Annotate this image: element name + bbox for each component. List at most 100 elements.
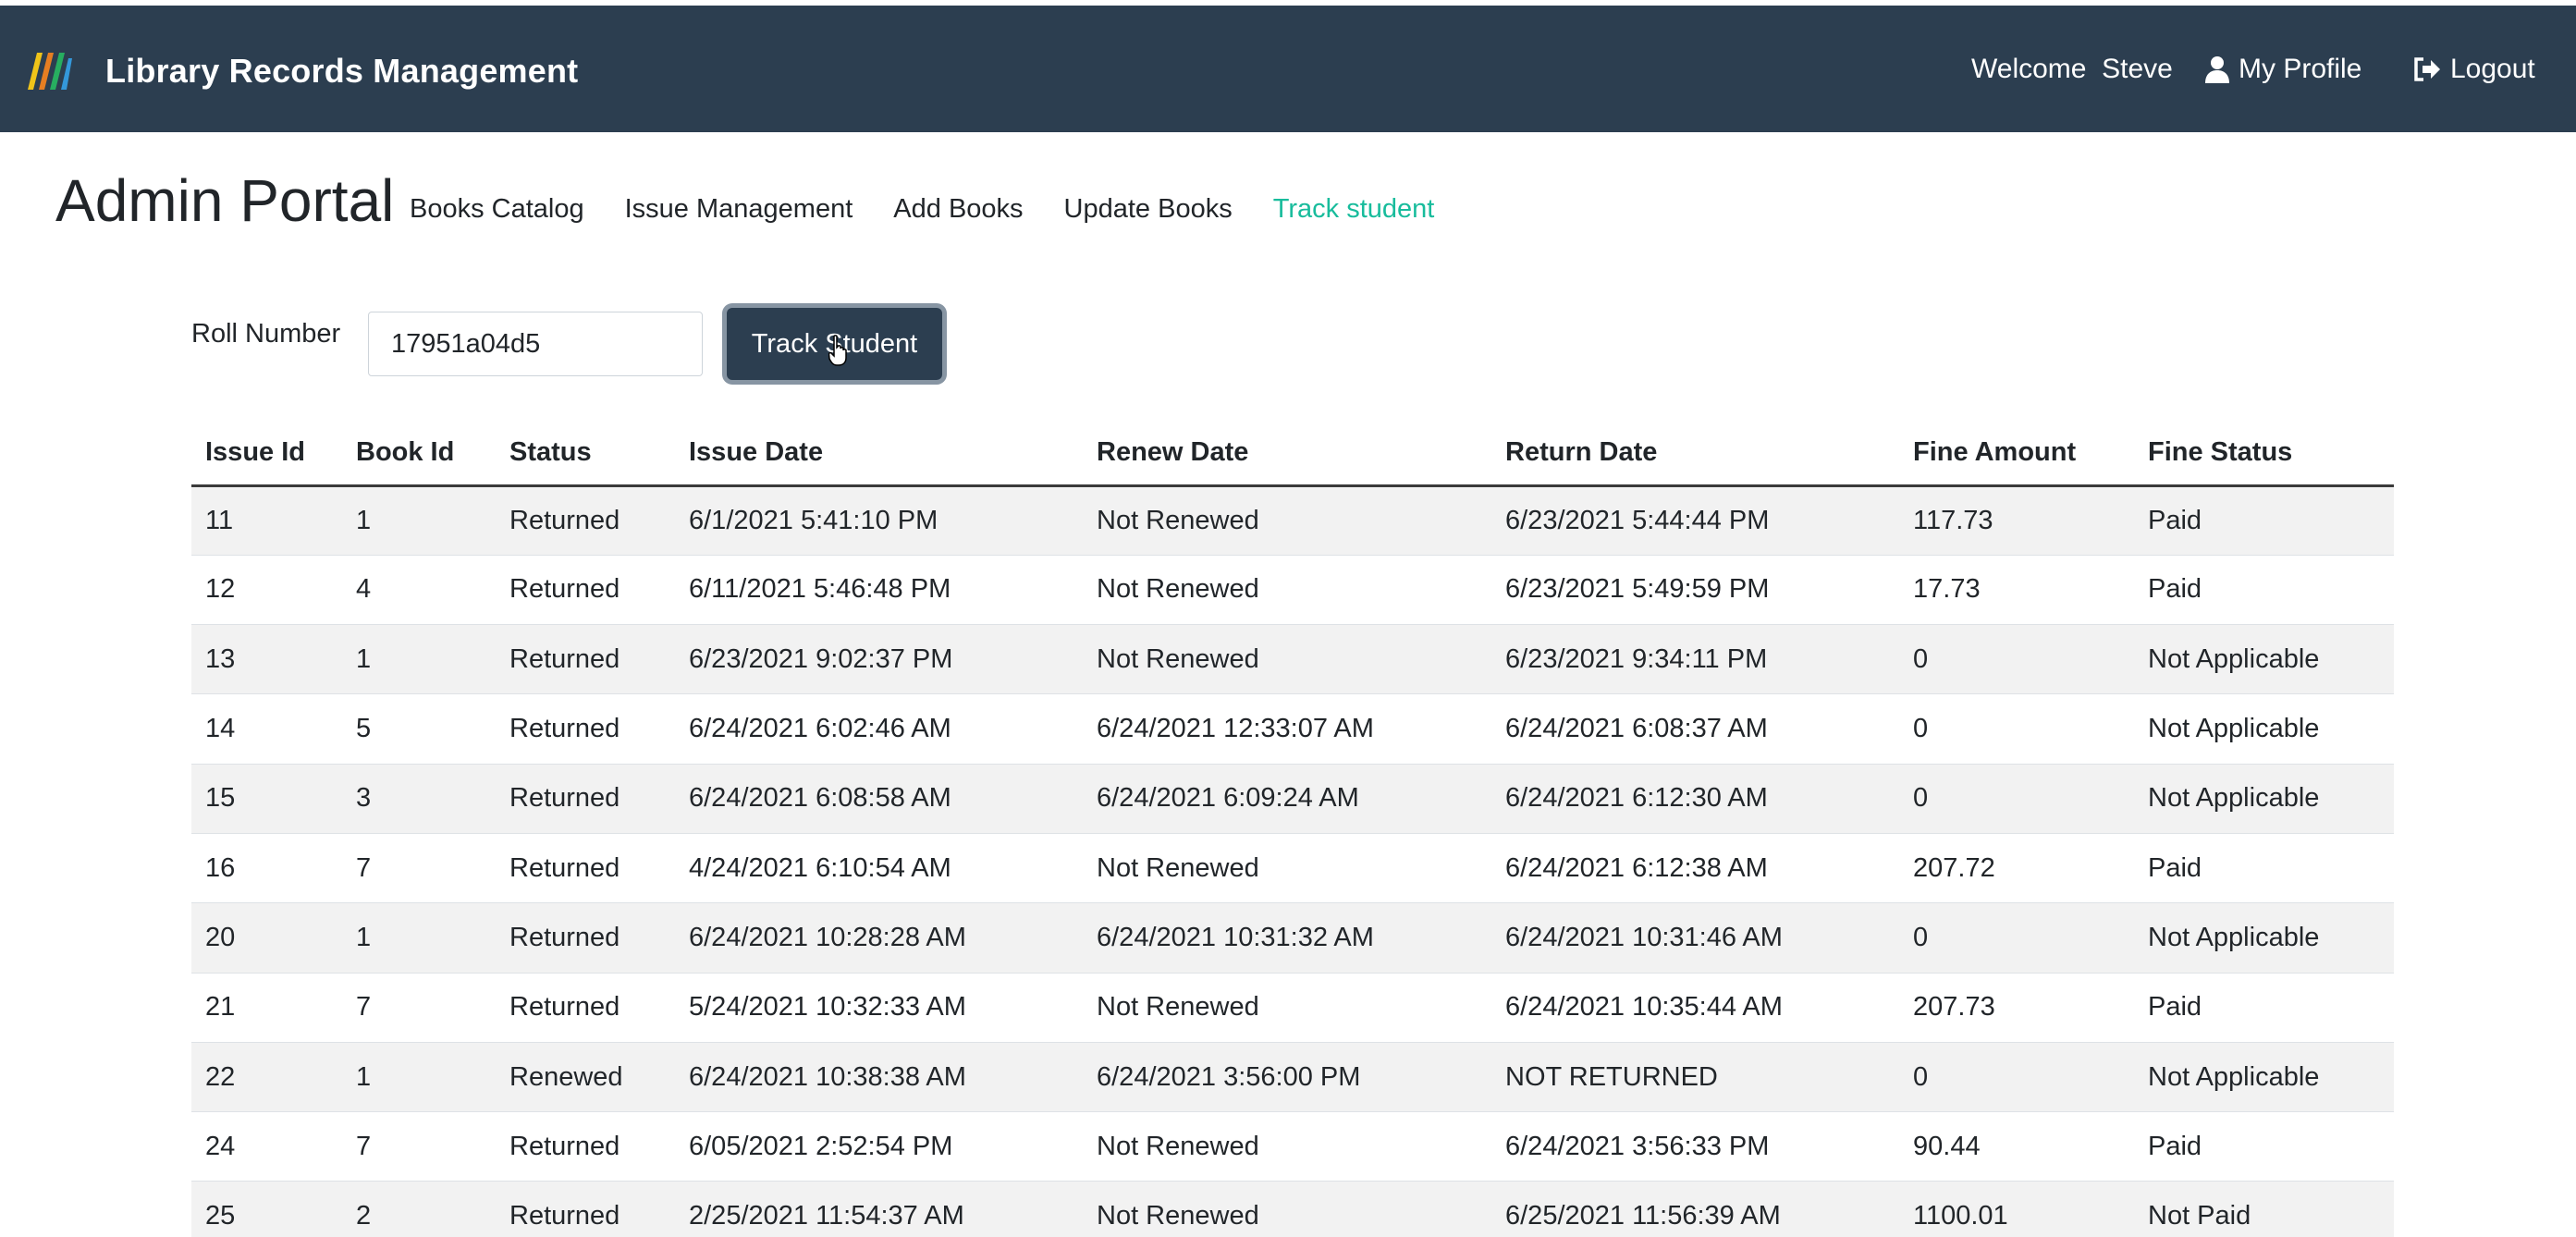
cell-fine-status: Paid <box>2134 972 2394 1043</box>
cell-renew-date: Not Renewed <box>1083 1181 1491 1237</box>
table-body: 11 1 Returned 6/1/2021 5:41:10 PM Not Renewe… <box>191 484 2394 1237</box>
table-row: 14 5 Returned 6/24/2021 6:02:46 AM 6/24/2021… <box>191 693 2394 765</box>
brand[interactable]: Library Records Management <box>26 52 578 91</box>
table-row: 13 1 Returned 6/23/2021 9:02:37 PM Not Renew… <box>191 624 2394 694</box>
col-status: Status <box>496 421 675 487</box>
cell-issue-id: 15 <box>191 763 342 834</box>
logout-label: Logout <box>2450 53 2535 84</box>
cell-renew-date: 6/24/2021 10:31:32 AM <box>1083 902 1491 974</box>
cell-return-date: 6/24/2021 10:35:44 AM <box>1491 972 1899 1043</box>
cell-status: Returned <box>496 554 675 625</box>
user-icon <box>2205 55 2229 83</box>
table-row: 25 2 Returned 2/25/2021 11:54:37 AM Not Rene… <box>191 1181 2394 1237</box>
col-book-id: Book Id <box>342 421 496 487</box>
cell-issue-date: 6/05/2021 2:52:54 PM <box>675 1111 1083 1182</box>
cell-return-date: 6/24/2021 3:56:33 PM <box>1491 1111 1899 1182</box>
cell-status: Returned <box>496 763 675 834</box>
tab-books-catalog[interactable]: Books Catalog <box>410 194 584 225</box>
records-table: Issue Id Book Id Status Issue Date Renew… <box>191 421 2394 1237</box>
tab-issue-management[interactable]: Issue Management <box>625 194 853 225</box>
cell-return-date: 6/24/2021 10:31:46 AM <box>1491 902 1899 974</box>
app-title: Library Records Management <box>105 52 579 90</box>
cell-fine-amount: 0 <box>1899 693 2134 765</box>
cell-issue-date: 6/24/2021 10:28:28 AM <box>675 902 1083 974</box>
cell-return-date: 6/23/2021 5:44:44 PM <box>1491 484 1899 556</box>
cell-status: Returned <box>496 693 675 765</box>
cell-issue-date: 6/11/2021 5:46:48 PM <box>675 554 1083 625</box>
roll-number-label: Roll Number <box>191 319 341 349</box>
cell-return-date: 6/24/2021 6:08:37 AM <box>1491 693 1899 765</box>
cell-issue-id: 25 <box>191 1181 342 1237</box>
tab-track-student[interactable]: Track student <box>1273 194 1435 225</box>
cell-fine-status: Paid <box>2134 484 2394 556</box>
cell-issue-date: 6/24/2021 6:08:58 AM <box>675 763 1083 834</box>
cell-status: Returned <box>496 972 675 1043</box>
col-fine-status: Fine Status <box>2134 421 2394 487</box>
cell-issue-date: 6/24/2021 10:38:38 AM <box>675 1041 1083 1112</box>
table-row: 20 1 Returned 6/24/2021 10:28:28 AM 6/24/202… <box>191 902 2394 974</box>
welcome-label: Welcome Steve <box>1971 53 2173 84</box>
cell-status: Returned <box>496 832 675 903</box>
cell-book-id: 7 <box>342 832 496 903</box>
my-profile-label: My Profile <box>2239 53 2362 84</box>
cell-issue-id: 13 <box>191 624 342 694</box>
cell-status: Returned <box>496 484 675 556</box>
cell-return-date: 6/23/2021 9:34:11 PM <box>1491 624 1899 694</box>
cell-issue-date: 2/25/2021 11:54:37 AM <box>675 1181 1083 1237</box>
col-return-date: Return Date <box>1491 421 1899 487</box>
cell-status: Renewed <box>496 1041 675 1112</box>
cell-status: Returned <box>496 1111 675 1182</box>
cell-fine-status: Not Applicable <box>2134 902 2394 974</box>
cell-book-id: 2 <box>342 1181 496 1237</box>
cell-issue-id: 11 <box>191 484 342 556</box>
navbar: Library Records Management Welcome Steve… <box>0 6 2576 132</box>
cell-fine-amount: 0 <box>1899 763 2134 834</box>
table-row: 22 1 Renewed 6/24/2021 10:38:38 AM 6/24/2021… <box>191 1041 2394 1112</box>
cell-renew-date: 6/24/2021 6:09:24 AM <box>1083 763 1491 834</box>
table-row: 24 7 Returned 6/05/2021 2:52:54 PM Not Renew… <box>191 1111 2394 1182</box>
col-issue-id: Issue Id <box>191 421 342 487</box>
cell-fine-amount: 0 <box>1899 902 2134 974</box>
cell-fine-status: Not Applicable <box>2134 693 2394 765</box>
cell-return-date: 6/23/2021 5:49:59 PM <box>1491 554 1899 625</box>
cell-renew-date: Not Renewed <box>1083 554 1491 625</box>
cell-return-date: 6/24/2021 6:12:30 AM <box>1491 763 1899 834</box>
admin-tabs: Books Catalog Issue Management Add Books… <box>410 194 1475 225</box>
my-profile-link[interactable]: My Profile <box>2205 6 2361 132</box>
roll-number-input[interactable] <box>368 312 703 376</box>
logout-link[interactable]: Logout <box>2413 6 2535 132</box>
sign-out-icon <box>2414 56 2440 81</box>
cell-issue-id: 21 <box>191 972 342 1043</box>
cell-book-id: 1 <box>342 484 496 556</box>
cell-status: Returned <box>496 1181 675 1237</box>
cell-fine-amount: 207.72 <box>1899 832 2134 903</box>
cell-return-date: NOT RETURNED <box>1491 1041 1899 1112</box>
cell-issue-id: 12 <box>191 554 342 625</box>
cell-issue-id: 16 <box>191 832 342 903</box>
cell-fine-status: Not Applicable <box>2134 624 2394 694</box>
cell-fine-amount: 0 <box>1899 1041 2134 1112</box>
cell-fine-status: Paid <box>2134 832 2394 903</box>
tab-update-books[interactable]: Update Books <box>1064 194 1233 225</box>
cell-issue-id: 24 <box>191 1111 342 1182</box>
cell-fine-amount: 207.73 <box>1899 972 2134 1043</box>
cell-renew-date: 6/24/2021 3:56:00 PM <box>1083 1041 1491 1112</box>
cell-issue-date: 6/24/2021 6:02:46 AM <box>675 693 1083 765</box>
page-title: Admin Portal <box>55 167 395 234</box>
cell-issue-id: 22 <box>191 1041 342 1112</box>
table-row: 12 4 Returned 6/11/2021 5:46:48 PM Not Renew… <box>191 554 2394 625</box>
cell-book-id: 1 <box>342 1041 496 1112</box>
cell-fine-status: Paid <box>2134 554 2394 625</box>
cell-book-id: 1 <box>342 624 496 694</box>
table-header-row: Issue Id Book Id Status Issue Date Renew… <box>191 421 2394 487</box>
cell-return-date: 6/25/2021 11:56:39 AM <box>1491 1181 1899 1237</box>
cell-renew-date: 6/24/2021 12:33:07 AM <box>1083 693 1491 765</box>
cell-return-date: 6/24/2021 6:12:38 AM <box>1491 832 1899 903</box>
table-row: 15 3 Returned 6/24/2021 6:08:58 AM 6/24/2021… <box>191 763 2394 834</box>
cell-issue-date: 6/23/2021 9:02:37 PM <box>675 624 1083 694</box>
cell-renew-date: Not Renewed <box>1083 1111 1491 1182</box>
col-issue-date: Issue Date <box>675 421 1083 487</box>
cell-fine-status: Paid <box>2134 1111 2394 1182</box>
tab-add-books[interactable]: Add Books <box>893 194 1023 225</box>
table-row: 16 7 Returned 4/24/2021 6:10:54 AM Not Renew… <box>191 832 2394 903</box>
